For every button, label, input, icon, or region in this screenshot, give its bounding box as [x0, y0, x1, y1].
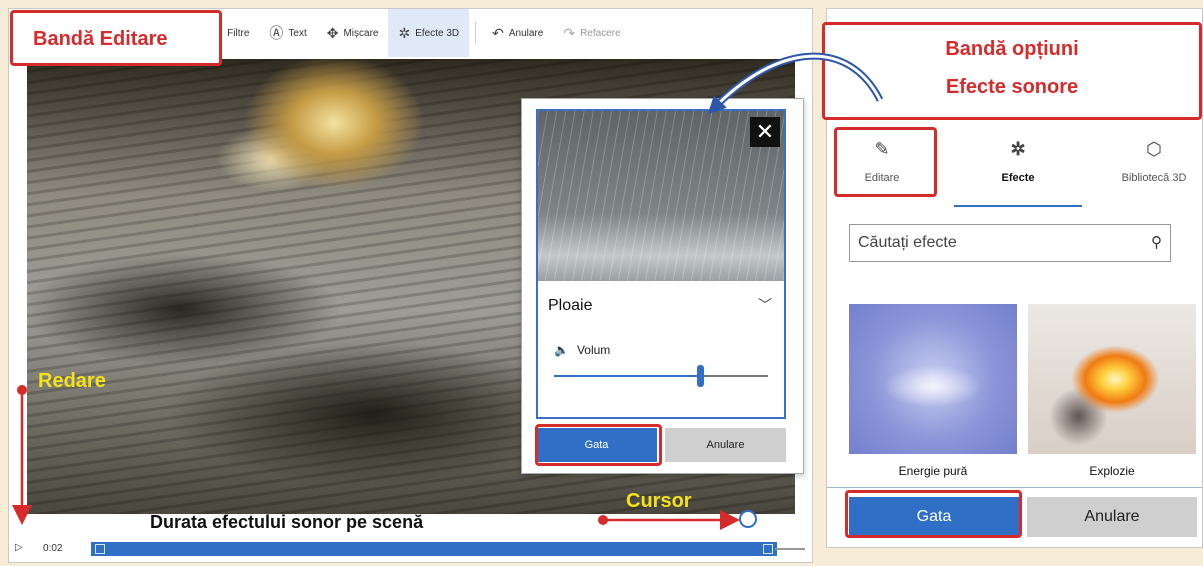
tab-biblioteca-3d[interactable]: ⬡ Bibliotecă 3D — [1099, 133, 1203, 211]
tab-efecte[interactable]: ✲ Efecte — [963, 133, 1073, 211]
toolbar-filters-label: Filtre — [227, 27, 250, 39]
panel-done-highlight — [845, 490, 1022, 538]
effect-duration-track[interactable] — [91, 542, 777, 556]
cube-icon: ⬡ — [1146, 139, 1162, 159]
toolbar-redo-label: Refacere — [580, 27, 621, 39]
popup-done-highlight — [535, 424, 662, 466]
effect-label-energy: Energie pură — [898, 464, 968, 478]
effect-label-explosion: Explozie — [1089, 464, 1135, 478]
options-band-annotation-line2: Efecte sonore — [945, 76, 1079, 98]
close-icon[interactable]: ✕ — [750, 117, 780, 147]
volume-slider[interactable] — [554, 365, 768, 387]
toolbar-motion-button[interactable]: ✥ Mișcare — [317, 9, 389, 57]
playback-annotation: Redare — [38, 370, 106, 392]
volume-slider-thumb[interactable] — [696, 365, 704, 387]
toolbar-undo-button[interactable]: ↶ Anulare — [482, 9, 553, 57]
toolbar-effects-3d-button[interactable]: ✲ Efecte 3D — [388, 9, 470, 57]
panel-divider — [827, 487, 1202, 488]
track-start-handle[interactable] — [95, 544, 105, 554]
track-end-handle[interactable] — [763, 544, 773, 554]
play-icon[interactable]: ▷ — [15, 542, 25, 554]
options-band-callout — [822, 22, 1202, 120]
undo-icon: ↶ — [492, 24, 504, 41]
options-band-annotation-line1: Bandă opțiuni — [945, 38, 1079, 60]
toolbar-text-button[interactable]: Ⓐ Text — [259, 9, 316, 57]
effect-thumbnail-explosion[interactable] — [1028, 304, 1196, 454]
panel-cancel-button[interactable]: Anulare — [1027, 497, 1197, 537]
speaker-icon: 🔈 — [554, 343, 569, 357]
current-time: 0:02 — [43, 543, 63, 554]
sound-effect-popup: ✕ Ploaie ﹀ 🔈 Volum Gata Anulare — [521, 98, 804, 474]
chevron-down-icon[interactable]: ﹀ — [758, 295, 772, 315]
toolbar-undo-label: Anulare — [508, 27, 544, 39]
playback-cursor-knob[interactable] — [739, 510, 757, 528]
effects-3d-icon: ✲ — [398, 24, 411, 41]
editing-band-annotation: Bandă Editare — [33, 28, 168, 50]
toolbar-effects-3d-label: Efecte 3D — [415, 27, 460, 39]
volume-label: Volum — [576, 343, 611, 357]
sound-effect-card: ✕ Ploaie ﹀ 🔈 Volum — [536, 109, 786, 419]
editare-tab-highlight — [834, 127, 937, 197]
volume-slider-fill — [554, 375, 700, 377]
search-placeholder: Căutați efecte — [858, 234, 957, 251]
toolbar-divider — [475, 22, 477, 44]
effects-icon: ✲ — [1010, 139, 1026, 159]
duration-annotation: Durata efectului sonor pe scenă — [150, 512, 424, 532]
track-remainder — [775, 548, 805, 550]
cursor-annotation: Cursor — [626, 490, 692, 512]
effect-thumbnail-energy[interactable] — [849, 304, 1017, 454]
sound-effect-name: Ploaie — [548, 297, 593, 314]
toolbar-redo-button[interactable]: ↷ Refacere — [553, 9, 630, 57]
search-icon[interactable]: ⚲ — [1151, 225, 1162, 261]
toolbar-text-label: Text — [288, 27, 307, 39]
redo-icon: ↷ — [563, 24, 576, 41]
volume-row: 🔈 Volum — [554, 343, 610, 357]
motion-icon: ✥ — [326, 24, 339, 41]
text-icon: Ⓐ — [269, 25, 284, 41]
tab-efecte-label: Efecte — [1001, 172, 1035, 184]
active-tab-indicator — [954, 205, 1082, 207]
toolbar-motion-label: Mișcare — [343, 27, 379, 39]
rain-preview-image — [538, 111, 784, 281]
search-effects-input[interactable]: Căutați efecte ⚲ — [849, 224, 1171, 262]
timeline-bar: ▷ 0:02 — [9, 534, 812, 562]
popup-cancel-button[interactable]: Anulare — [665, 428, 786, 462]
tab-biblioteca-3d-label: Bibliotecă 3D — [1121, 172, 1187, 184]
